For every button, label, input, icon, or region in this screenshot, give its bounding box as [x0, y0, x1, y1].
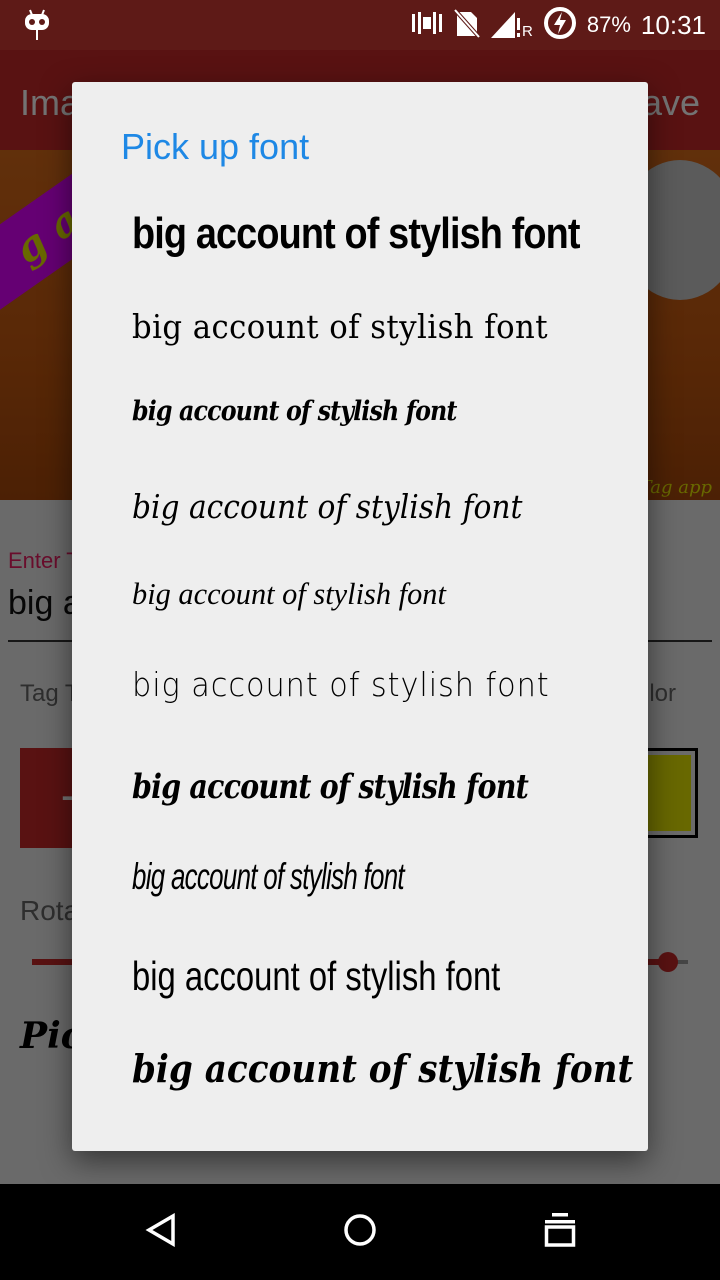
navigation-bar [0, 1184, 720, 1280]
font-option-script-thin[interactable]: big account of stylish font [132, 578, 622, 609]
font-option-condensed-bold[interactable]: big account of stylish font [132, 212, 581, 256]
battery-charging-icon [543, 6, 577, 45]
home-button[interactable] [335, 1210, 385, 1254]
back-icon [145, 1212, 177, 1252]
font-option-serif-classic[interactable]: big account of stylish font [132, 310, 597, 343]
recents-button[interactable] [535, 1210, 585, 1254]
font-option-condensed-regular[interactable]: big account of stylish font [132, 956, 532, 997]
vibrate-icon [411, 10, 443, 41]
status-bar: R 87% 10:31 [0, 0, 720, 50]
dialog-title: Pick up font [121, 126, 310, 167]
font-option-script-calligraphy[interactable]: big account of stylish font [132, 490, 582, 523]
clock: 10:31 [640, 9, 706, 40]
font-option-script-heavy[interactable]: big account of stylish font [132, 770, 552, 804]
font-option-brush-script[interactable]: big account of stylish font [132, 1050, 633, 1088]
font-option-handwritten[interactable]: big account of stylish font [132, 668, 592, 701]
signal-roaming-icon: R [491, 10, 533, 40]
cyanogenmod-bot-icon [22, 8, 52, 47]
no-sim-icon [453, 8, 481, 43]
home-icon [342, 1212, 378, 1253]
font-picker-dialog: Pick up font big account of stylish font… [72, 82, 648, 1151]
recents-icon [543, 1212, 577, 1253]
back-button[interactable] [136, 1210, 186, 1254]
battery-percent: 87% [586, 12, 631, 37]
font-option-condensed-light-italic[interactable]: big account of stylish font [132, 858, 482, 895]
font-option-script-bold-small[interactable]: big account of stylish font [132, 398, 572, 425]
